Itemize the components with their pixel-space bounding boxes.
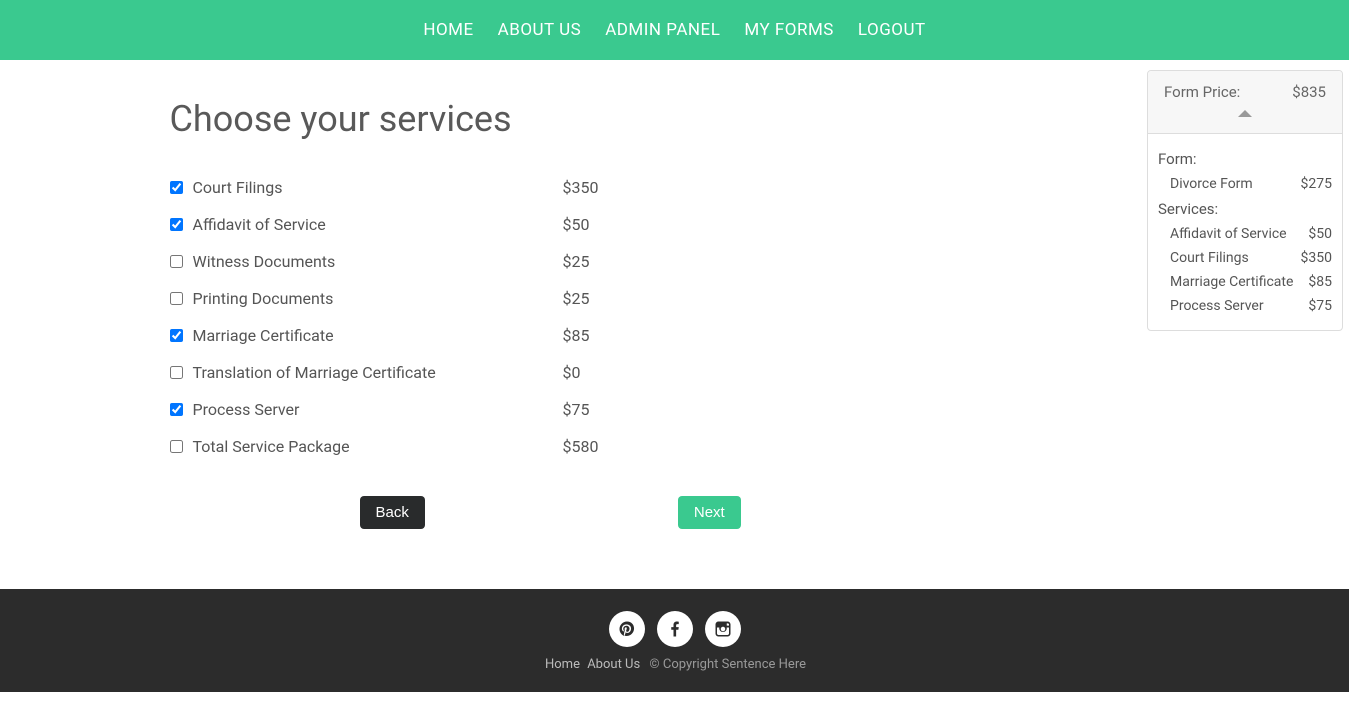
service-price: $25 xyxy=(563,252,590,271)
nav-admin-panel[interactable]: ADMIN PANEL xyxy=(605,20,720,40)
service-checkbox[interactable] xyxy=(170,255,183,268)
sidebar-form-item: Divorce Form$275 xyxy=(1148,172,1342,196)
service-checkbox[interactable] xyxy=(170,329,183,342)
sidebar-item-price: $85 xyxy=(1308,274,1332,290)
back-button[interactable]: Back xyxy=(360,496,425,529)
sidebar-services-section-label: Services: xyxy=(1148,196,1342,222)
form-price-value: $835 xyxy=(1292,83,1326,101)
form-price-label: Form Price: xyxy=(1164,83,1240,101)
service-row: Marriage Certificate$85 xyxy=(170,326,1180,345)
service-price: $25 xyxy=(563,289,590,308)
service-row: Total Service Package$580 xyxy=(170,437,1180,456)
service-checkbox[interactable] xyxy=(170,218,183,231)
buttons-row: Back Next xyxy=(170,496,1180,529)
service-row: Affidavit of Service$50 xyxy=(170,215,1180,234)
sidebar-service-item: Affidavit of Service$50 xyxy=(1148,222,1342,246)
service-label: Affidavit of Service xyxy=(193,215,563,234)
service-label: Witness Documents xyxy=(193,252,563,271)
caret-up-icon xyxy=(1164,103,1326,121)
service-label: Court Filings xyxy=(193,178,563,197)
service-row: Court Filings$350 xyxy=(170,178,1180,197)
service-price: $0 xyxy=(563,363,581,382)
service-checkbox[interactable] xyxy=(170,440,183,453)
service-label: Process Server xyxy=(193,400,563,419)
service-row: Printing Documents$25 xyxy=(170,289,1180,308)
sidebar-item-price: $75 xyxy=(1308,298,1332,314)
sidebar-item-name: Marriage Certificate xyxy=(1170,274,1308,290)
instagram-icon[interactable] xyxy=(705,611,741,647)
service-price: $85 xyxy=(563,326,590,345)
copyright-text: © Copyright Sentence Here xyxy=(649,657,806,672)
sidebar-form-section-label: Form: xyxy=(1148,146,1342,172)
main-container: Choose your services Court Filings$350Af… xyxy=(155,98,1195,529)
sidebar-item-name: Divorce Form xyxy=(1170,176,1301,192)
sidebar-item-price: $275 xyxy=(1301,176,1332,192)
footer-link-home[interactable]: Home xyxy=(545,657,580,672)
service-row: Process Server$75 xyxy=(170,400,1180,419)
service-price: $75 xyxy=(563,400,590,419)
sidebar-item-price: $350 xyxy=(1301,250,1332,266)
sidebar-body: Form: Divorce Form$275 Services: Affidav… xyxy=(1148,134,1342,330)
service-checkbox[interactable] xyxy=(170,292,183,305)
sidebar-item-name: Process Server xyxy=(1170,298,1308,314)
nav-my-forms[interactable]: MY FORMS xyxy=(744,20,834,40)
service-row: Witness Documents$25 xyxy=(170,252,1180,271)
service-label: Translation of Marriage Certificate xyxy=(193,363,563,382)
page-title: Choose your services xyxy=(170,98,1180,140)
service-price: $350 xyxy=(563,178,599,197)
facebook-icon[interactable] xyxy=(657,611,693,647)
nav-home[interactable]: HOME xyxy=(423,20,473,40)
footer-links: Home About Us © Copyright Sentence Here xyxy=(0,657,1349,672)
service-row: Translation of Marriage Certificate$0 xyxy=(170,363,1180,382)
price-summary-sidebar: Form Price: $835 Form: Divorce Form$275 … xyxy=(1147,70,1343,331)
service-label: Total Service Package xyxy=(193,437,563,456)
services-list: Court Filings$350Affidavit of Service$50… xyxy=(170,178,1180,456)
sidebar-header[interactable]: Form Price: $835 xyxy=(1148,71,1342,134)
nav-about-us[interactable]: ABOUT US xyxy=(498,20,582,40)
main-navbar: HOME ABOUT US ADMIN PANEL MY FORMS LOGOU… xyxy=(0,0,1349,60)
service-checkbox[interactable] xyxy=(170,366,183,379)
sidebar-item-price: $50 xyxy=(1308,226,1332,242)
sidebar-service-item: Court Filings$350 xyxy=(1148,246,1342,270)
service-label: Marriage Certificate xyxy=(193,326,563,345)
sidebar-service-item: Marriage Certificate$85 xyxy=(1148,270,1342,294)
pinterest-icon[interactable] xyxy=(609,611,645,647)
sidebar-item-name: Affidavit of Service xyxy=(1170,226,1308,242)
footer-link-about[interactable]: About Us xyxy=(587,657,640,672)
footer: Home About Us © Copyright Sentence Here xyxy=(0,589,1349,692)
nav-logout[interactable]: LOGOUT xyxy=(858,20,926,40)
service-price: $50 xyxy=(563,215,590,234)
service-price: $580 xyxy=(563,437,599,456)
sidebar-item-name: Court Filings xyxy=(1170,250,1301,266)
next-button[interactable]: Next xyxy=(678,496,741,529)
service-checkbox[interactable] xyxy=(170,403,183,416)
social-icons xyxy=(0,611,1349,647)
sidebar-service-item: Process Server$75 xyxy=(1148,294,1342,318)
service-label: Printing Documents xyxy=(193,289,563,308)
service-checkbox[interactable] xyxy=(170,181,183,194)
